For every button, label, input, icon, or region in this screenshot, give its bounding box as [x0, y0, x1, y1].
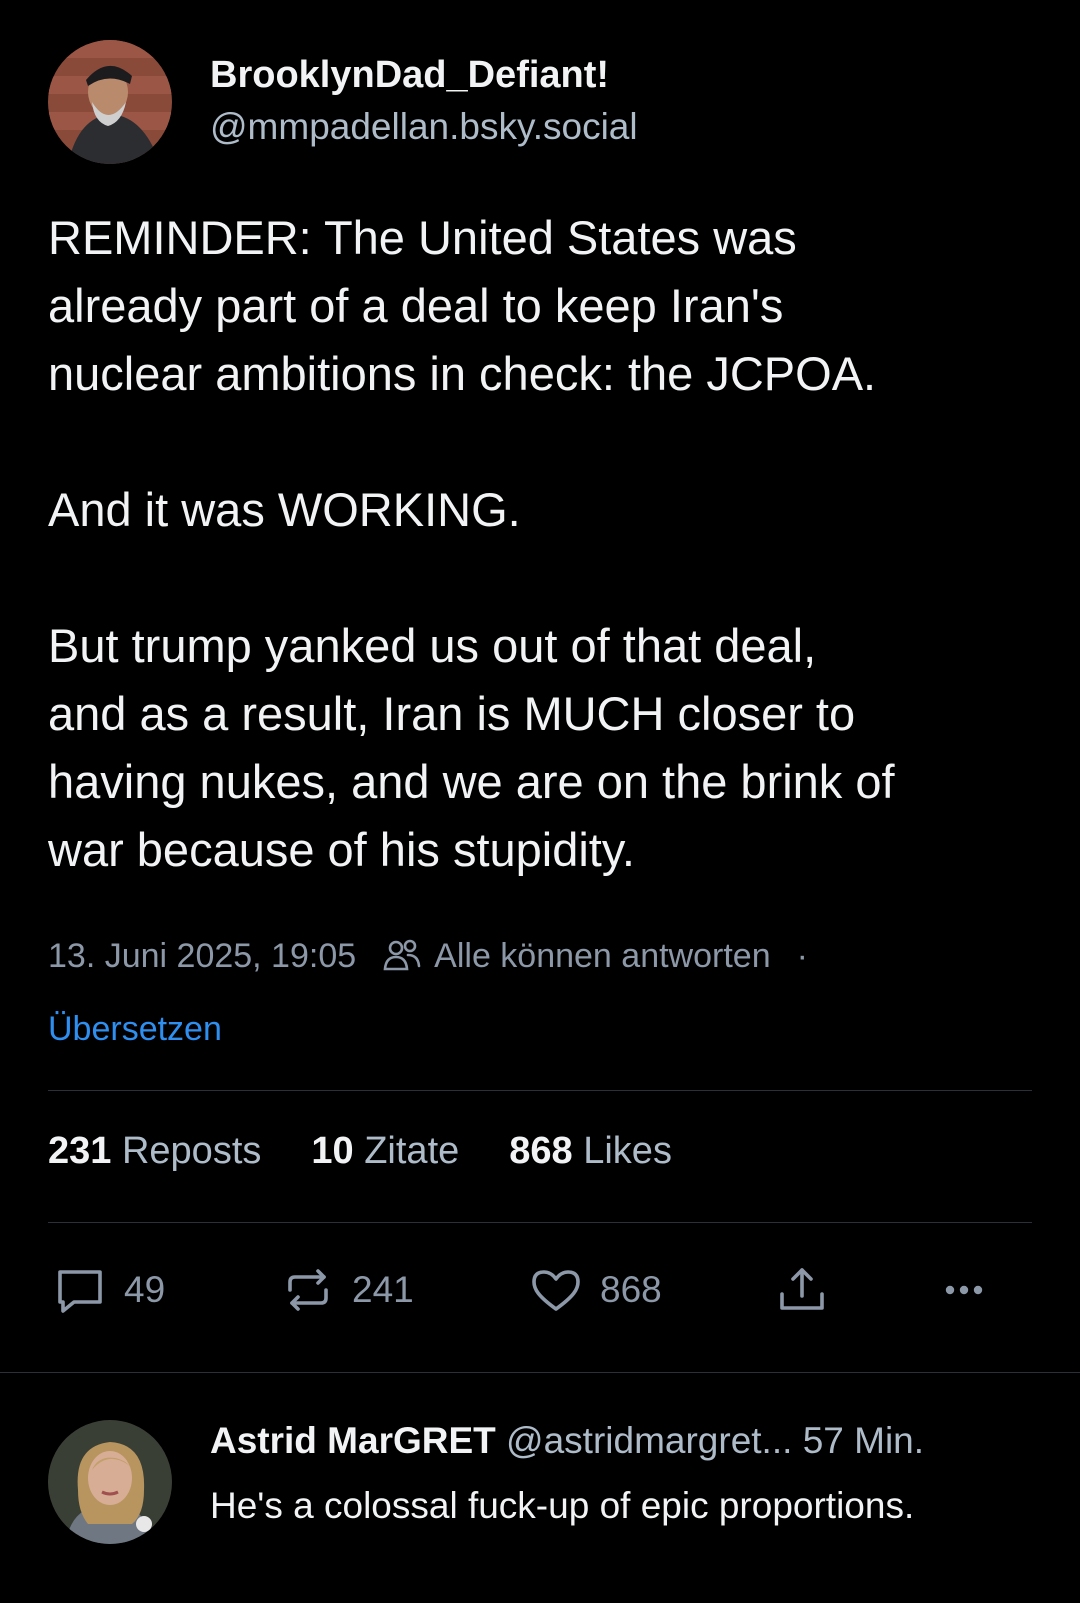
divider — [48, 1222, 1032, 1223]
author-avatar[interactable] — [48, 40, 172, 164]
reply-header: Astrid MarGRET @astridmargret... 57 Min. — [210, 1420, 924, 1462]
reply-display-name[interactable]: Astrid MarGRET — [210, 1420, 496, 1461]
quotes-label: Zitate — [364, 1130, 460, 1172]
author-display-name[interactable]: BrooklynDad_Defiant! — [210, 54, 609, 97]
reply-count: 49 — [124, 1269, 166, 1310]
share-icon — [780, 1268, 824, 1310]
like-button[interactable]: 868 — [528, 1262, 662, 1318]
reply-icon — [58, 1270, 102, 1313]
divider — [48, 1090, 1032, 1091]
post-stats: 231 Reposts 10 Zitate 868 Likes — [48, 1130, 722, 1173]
more-icon — [945, 1285, 983, 1295]
meta-separator: · — [796, 936, 808, 975]
likes-count: 868 — [509, 1130, 573, 1172]
reply-permission[interactable]: Alle können antworten — [434, 937, 770, 976]
post-author[interactable]: BrooklynDad_Defiant! @mmpadellan.bsky.so… — [48, 40, 1028, 170]
like-count: 868 — [600, 1269, 662, 1310]
author-handle[interactable]: @mmpadellan.bsky.social — [210, 106, 638, 148]
reply-text: He's a colossal fuck-up of epic proporti… — [210, 1485, 915, 1526]
reply-time: 57 Min. — [802, 1420, 925, 1461]
divider — [0, 1372, 1080, 1373]
reply-avatar[interactable] — [48, 1420, 172, 1544]
post-timestamp: 13. Juni 2025, 19:05 — [48, 936, 357, 975]
action-bar: 49 241 868 — [48, 1262, 1028, 1322]
share-button[interactable] — [774, 1262, 846, 1318]
quotes-count: 10 — [311, 1130, 354, 1172]
reply-handle[interactable]: @astridmargret... — [506, 1420, 792, 1461]
reposts-count: 231 — [48, 1130, 112, 1172]
repost-icon — [288, 1269, 328, 1311]
likes-stat[interactable]: 868 Likes — [509, 1130, 672, 1173]
more-button[interactable] — [936, 1262, 1008, 1318]
heart-icon — [532, 1270, 580, 1311]
repost-count: 241 — [352, 1269, 414, 1310]
post-meta: 13. Juni 2025, 19:05 Alle können antwort… — [48, 934, 1028, 978]
translate-link[interactable]: Übersetzen — [48, 1010, 222, 1049]
quotes-stat[interactable]: 10 Zitate — [311, 1130, 459, 1173]
people-icon — [380, 934, 424, 978]
repost-button[interactable]: 241 — [280, 1262, 414, 1318]
likes-label: Likes — [583, 1130, 672, 1172]
reply-button[interactable]: 49 — [52, 1262, 165, 1318]
post-text: REMINDER: The United States was already … — [48, 211, 895, 876]
reposts-stat[interactable]: 231 Reposts — [48, 1130, 261, 1173]
reposts-label: Reposts — [121, 1130, 262, 1172]
